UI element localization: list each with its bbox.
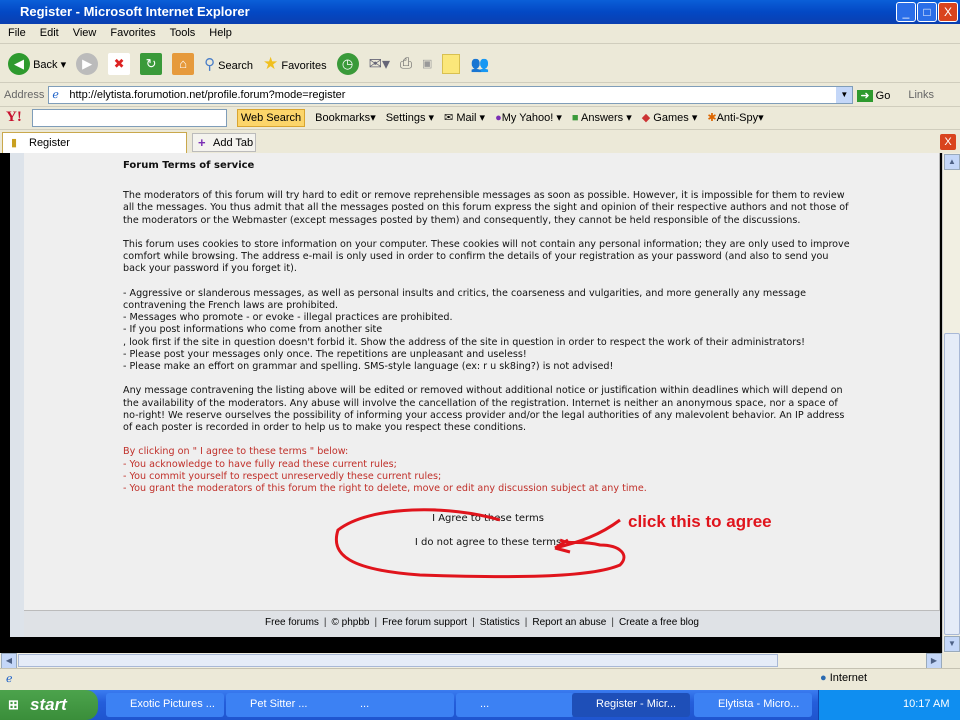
anti-spy-button[interactable]: ✱Anti-Spy▾ [707, 111, 763, 124]
address-dropdown[interactable]: ▼ [836, 87, 853, 103]
search-icon: ⚲ [204, 55, 216, 73]
rules-list: - Aggressive or slanderous messages, as … [123, 287, 807, 373]
window-title: Register - Microsoft Internet Explorer [20, 4, 250, 19]
links-button[interactable]: Links [908, 89, 934, 101]
history-button[interactable]: ◷ [336, 52, 359, 75]
vertical-scrollbar[interactable]: ▲ ▼ [942, 153, 960, 653]
close-button[interactable]: X [938, 2, 958, 22]
tab-register[interactable]: ▮ Register [2, 132, 187, 154]
system-tray: 10:17 AM [818, 690, 960, 720]
go-button[interactable]: ➜ Go [857, 89, 890, 102]
footer-link[interactable]: Free forum support [382, 617, 467, 628]
star-icon: ★ [263, 53, 279, 73]
footer-link[interactable]: Free forums [265, 617, 319, 628]
close-tab-button[interactable]: X [940, 134, 956, 150]
windows-logo-icon: ⊞ [8, 697, 19, 712]
menu-edit[interactable]: Edit [40, 27, 59, 39]
refresh-button[interactable]: ↻ [140, 52, 163, 75]
red-scribble-annotation [334, 508, 626, 579]
clock[interactable]: 10:17 AM [903, 698, 949, 710]
forward-button[interactable]: ▶ [76, 52, 99, 75]
games-button[interactable]: ◆ Games ▾ [642, 111, 698, 124]
ie-page-icon: ℯ [52, 89, 59, 101]
status-bar: ℯ ● Internet [0, 668, 960, 690]
menu-tools[interactable]: Tools [170, 27, 196, 39]
footer-link[interactable]: Create a free blog [619, 617, 699, 628]
menu-bar: File Edit View Favorites Tools Help [0, 24, 960, 44]
print-icon[interactable]: ⎙ [400, 55, 412, 72]
bookmarks-button[interactable]: Bookmarks▾ [315, 111, 376, 124]
note-icon[interactable] [442, 53, 461, 74]
edit-icon[interactable]: ▣ [422, 57, 432, 70]
taskbar-item[interactable]: ... [456, 693, 574, 717]
globe-icon: ● [820, 672, 827, 684]
ie-status-icon: ℯ [6, 673, 13, 685]
footer-link[interactable]: © phpbb [332, 617, 370, 628]
menu-favorites[interactable]: Favorites [110, 27, 155, 39]
yahoo-search-input[interactable] [31, 108, 227, 127]
start-button[interactable]: ⊞ start [0, 690, 98, 720]
favorites-button[interactable]: ★ Favorites [263, 54, 327, 74]
address-label: Address [4, 89, 45, 101]
back-arrow-icon: ◀ [8, 52, 30, 75]
home-button[interactable]: ⌂ [172, 52, 195, 75]
footer-link[interactable]: Statistics [480, 617, 520, 628]
taskbar: ⊞ start Exotic Pictures ... Pet Sitter ..… [0, 690, 960, 720]
horizontal-scroll-thumb[interactable] [18, 654, 778, 667]
taskbar-item[interactable]: ... [336, 693, 454, 717]
plus-icon: + [198, 135, 206, 150]
yahoo-toolbar: Y! Web Search Bookmarks▾ Settings ▾ ✉ Ma… [0, 106, 960, 128]
horizontal-scrollbar[interactable]: ◀ ▶ [0, 653, 942, 669]
agreement-text: By clicking on " I agree to these terms … [123, 446, 647, 495]
forum-footer: Free forums | © phpbb | Free forum support | S… [24, 611, 940, 637]
maximize-button[interactable]: □ [917, 2, 937, 22]
scroll-right-button[interactable]: ▶ [926, 653, 942, 669]
taskbar-item[interactable]: Pet Sitter ... [226, 693, 344, 717]
scroll-left-button[interactable]: ◀ [1, 653, 17, 669]
menu-file[interactable]: File [8, 27, 26, 39]
answers-button[interactable]: ■ Answers ▾ [572, 111, 632, 124]
terms-paragraph: The moderators of this forum will try ha… [123, 190, 849, 226]
mail-icon[interactable]: ✉▾ [369, 54, 390, 74]
scroll-thumb[interactable] [944, 333, 960, 635]
add-tab-button[interactable]: + Add Tab [192, 133, 256, 152]
terms-heading: Forum Terms of service [123, 160, 255, 171]
messenger-icon[interactable]: 👥 [470, 55, 489, 73]
zone-indicator: ● Internet [820, 672, 868, 684]
address-bar: Address ℯ http://elytista.forumotion.net/… [0, 84, 960, 106]
menu-help[interactable]: Help [209, 27, 232, 39]
taskbar-item-active[interactable]: Register - Micr... [572, 693, 690, 717]
terms-paragraph: Any message contravening the listing abo… [123, 385, 845, 434]
standard-toolbar: ◀ Back ▾ ▶ ✖ ↻ ⌂ ⚲ Search ★ Favorites ◷ … [0, 45, 960, 83]
taskbar-item[interactable]: Elytista - Micro... [694, 693, 812, 717]
menu-view[interactable]: View [73, 27, 97, 39]
annotation-text: click this to agree [628, 512, 772, 531]
terms-paragraph: This forum uses cookies to store informa… [123, 239, 850, 275]
title-bar: Register - Microsoft Internet Explorer [0, 0, 960, 24]
footer-link[interactable]: Report an abuse [532, 617, 606, 628]
yahoo-logo[interactable]: Y! [6, 109, 22, 126]
minimize-button[interactable]: _ [896, 2, 916, 22]
back-button[interactable]: ◀ Back ▾ [8, 52, 66, 75]
page-side-strip [10, 153, 24, 637]
settings-button[interactable]: Settings ▾ [386, 111, 434, 124]
stop-button[interactable]: ✖ [108, 52, 131, 75]
search-button[interactable]: ⚲ Search [204, 55, 253, 73]
page-icon: ▮ [11, 137, 18, 149]
mail-button[interactable]: ✉ Mail ▾ [444, 111, 485, 124]
web-search-button[interactable]: Web Search [236, 108, 306, 127]
address-input[interactable]: ℯ http://elytista.forumotion.net/profile.… [48, 86, 854, 104]
my-yahoo-button[interactable]: ●My Yahoo! ▾ [495, 111, 562, 124]
go-arrow-icon: ➜ [857, 89, 873, 102]
scroll-down-button[interactable]: ▼ [944, 636, 960, 652]
terms-content: Forum Terms of service The moderators of… [123, 160, 853, 555]
taskbar-item[interactable]: Exotic Pictures ... [106, 693, 224, 717]
tab-bar: ▮ Register + Add Tab X [0, 129, 960, 154]
scroll-up-button[interactable]: ▲ [944, 154, 960, 170]
